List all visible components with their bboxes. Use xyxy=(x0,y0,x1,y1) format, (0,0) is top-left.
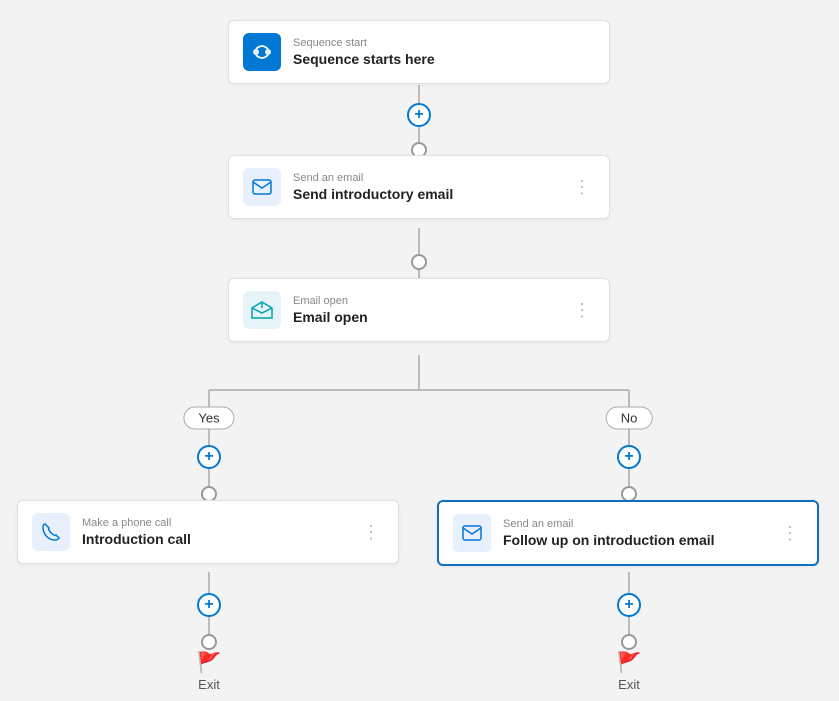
sequence-start-card: Sequence start Sequence starts here xyxy=(228,20,610,84)
no-exit-flag: 🚩 xyxy=(617,650,642,675)
no-exit-label: Exit xyxy=(618,677,640,692)
send-email-2-label: Send an email xyxy=(503,518,765,530)
yes-exit-label: Exit xyxy=(198,677,220,692)
yes-plus-button[interactable]: + xyxy=(197,445,221,469)
phone-call-text: Make a phone call Introduction call xyxy=(82,517,346,547)
send-email-2-menu[interactable]: ⋮ xyxy=(777,521,803,546)
no-plus-button-2[interactable]: + xyxy=(617,593,641,617)
email-open-card: Email open Email open ⋮ xyxy=(228,278,610,342)
yes-exit-node: 🚩 Exit xyxy=(197,650,222,692)
email-open-label: Email open xyxy=(293,295,557,307)
email-open-icon xyxy=(243,291,281,329)
no-exit-node: 🚩 Exit xyxy=(617,650,642,692)
send-email-1-card: Send an email Send introductory email ⋮ xyxy=(228,155,610,219)
circle-node-2 xyxy=(411,254,427,270)
yes-circle-node-2 xyxy=(201,634,217,650)
phone-call-title: Introduction call xyxy=(82,531,346,547)
phone-call-menu[interactable]: ⋮ xyxy=(358,520,384,545)
send-email-1-text: Send an email Send introductory email xyxy=(293,172,557,202)
no-circle-node-2 xyxy=(621,634,637,650)
yes-branch-label[interactable]: Yes xyxy=(183,407,234,430)
workflow-canvas: Sequence start Sequence starts here + Se… xyxy=(0,0,839,701)
yes-plus-button-2[interactable]: + xyxy=(197,593,221,617)
send-email-1-title: Send introductory email xyxy=(293,186,557,202)
send-email-2-icon xyxy=(453,514,491,552)
sequence-start-label: Sequence start xyxy=(293,37,595,49)
send-email-2-title: Follow up on introduction email xyxy=(503,532,765,548)
sequence-start-text: Sequence start Sequence starts here xyxy=(293,37,595,67)
email-open-menu[interactable]: ⋮ xyxy=(569,298,595,323)
no-branch-label[interactable]: No xyxy=(606,407,653,430)
phone-call-label: Make a phone call xyxy=(82,517,346,529)
send-email-1-menu[interactable]: ⋮ xyxy=(569,175,595,200)
send-email-2-text: Send an email Follow up on introduction … xyxy=(503,518,765,548)
send-email-1-label: Send an email xyxy=(293,172,557,184)
plus-button-1[interactable]: + xyxy=(407,103,431,127)
phone-call-card: Make a phone call Introduction call ⋮ xyxy=(17,500,399,564)
sequence-start-title: Sequence starts here xyxy=(293,51,595,67)
no-plus-button[interactable]: + xyxy=(617,445,641,469)
phone-call-icon xyxy=(32,513,70,551)
email-open-text: Email open Email open xyxy=(293,295,557,325)
sequence-start-icon xyxy=(243,33,281,71)
send-email-2-card: Send an email Follow up on introduction … xyxy=(437,500,819,566)
yes-exit-flag: 🚩 xyxy=(197,650,222,675)
send-email-1-icon xyxy=(243,168,281,206)
email-open-title: Email open xyxy=(293,309,557,325)
